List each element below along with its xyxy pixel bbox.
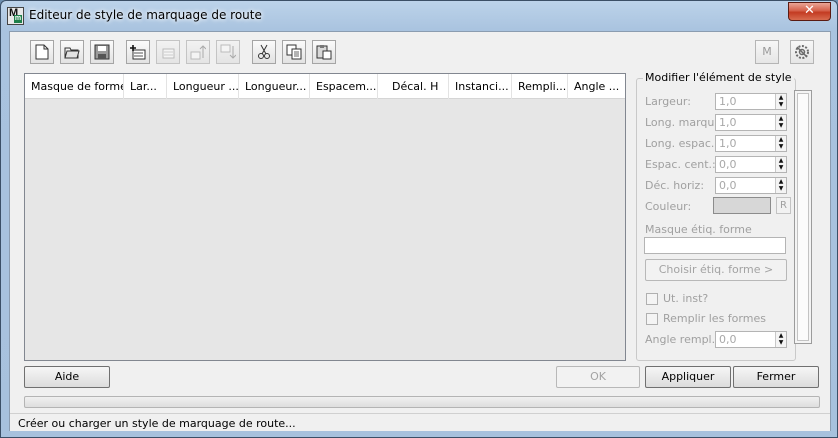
new-button[interactable] xyxy=(30,40,54,64)
save-button[interactable] xyxy=(90,40,114,64)
gap-length-spinner[interactable]: 1,0 ▲ ▼ xyxy=(715,135,787,152)
add-element-icon xyxy=(130,45,146,60)
apply-button[interactable]: Appliquer xyxy=(645,366,731,388)
move-up-button[interactable] xyxy=(186,40,210,64)
choose-shape-mask-button[interactable]: Choisir étiq. forme > xyxy=(645,259,787,281)
new-icon xyxy=(35,44,49,60)
spinner-arrows-icon[interactable]: ▲ ▼ xyxy=(775,178,786,193)
settings-button[interactable] xyxy=(790,40,814,64)
modify-style-group: Modifier l'élément de style Largeur: 1,0… xyxy=(636,71,796,361)
help-button[interactable]: Aide xyxy=(24,366,110,388)
save-icon xyxy=(94,44,110,60)
horizontal-offset-value: 0,0 xyxy=(719,179,737,192)
remove-element-button[interactable] xyxy=(156,40,180,64)
center-spacing-label: Espac. cent.: xyxy=(645,158,716,171)
use-instance-label: Ut. inst? xyxy=(663,292,709,305)
title-bar[interactable]: Mm Editeur de style de marquage de route… xyxy=(1,1,837,31)
color-label: Couleur: xyxy=(645,200,692,213)
style-elements-list[interactable]: Masque de forme Lar... Longueur ... Long… xyxy=(24,73,626,361)
status-bar: Créer ou charger un style de marquage de… xyxy=(10,413,830,431)
gap-length-value: 1,0 xyxy=(719,137,737,150)
add-element-button[interactable] xyxy=(126,40,150,64)
panel-scrollbar[interactable] xyxy=(794,90,812,344)
open-button[interactable] xyxy=(60,40,84,64)
column-header[interactable]: Rempli... xyxy=(512,74,568,99)
horizontal-offset-label: Déc. horiz: xyxy=(645,179,705,192)
fill-shapes-checkbox[interactable] xyxy=(646,313,658,325)
shape-mask-field[interactable] xyxy=(644,237,786,254)
width-spinner[interactable]: 1,0 ▲ ▼ xyxy=(715,93,787,110)
center-spacing-value: 0,0 xyxy=(719,158,737,171)
window-title: Editeur de style de marquage de route xyxy=(29,8,262,22)
column-header[interactable]: Décal. H xyxy=(378,74,449,99)
fill-angle-value: 0,0 xyxy=(719,333,737,346)
scrollbar-track[interactable] xyxy=(797,93,809,341)
spinner-arrows-icon[interactable]: ▲ ▼ xyxy=(775,94,786,109)
column-header[interactable]: Espacem... xyxy=(310,74,378,99)
column-header[interactable]: Instanci... xyxy=(449,74,512,99)
copy-icon xyxy=(286,44,302,60)
dialog-client-area: M Masque de forme Lar... Longueur ... Lo… xyxy=(9,31,831,431)
dialog-window: Mm Editeur de style de marquage de route… xyxy=(0,0,838,438)
close-window-button[interactable]: ✕ xyxy=(788,2,831,21)
width-label: Largeur: xyxy=(645,95,691,108)
progress-bar xyxy=(24,396,820,408)
spinner-arrows-icon[interactable]: ▲ ▼ xyxy=(775,332,786,347)
move-down-button[interactable] xyxy=(216,40,240,64)
settings-icon xyxy=(795,45,809,59)
group-title: Modifier l'élément de style xyxy=(643,71,794,84)
spinner-arrows-icon[interactable]: ▲ ▼ xyxy=(775,157,786,172)
move-down-icon xyxy=(220,44,236,59)
spinner-arrows-icon[interactable]: ▲ ▼ xyxy=(775,136,786,151)
center-spacing-spinner[interactable]: 0,0 ▲ ▼ xyxy=(715,156,787,173)
ok-button[interactable]: OK xyxy=(556,366,640,388)
color-reset-button[interactable]: R xyxy=(776,197,791,214)
fill-angle-label: Angle rempl.: xyxy=(645,333,719,346)
width-value: 1,0 xyxy=(719,95,737,108)
fill-angle-spinner[interactable]: 0,0 ▲ ▼ xyxy=(715,331,787,348)
close-button[interactable]: Fermer xyxy=(733,366,819,388)
mark-length-spinner[interactable]: 1,0 ▲ ▼ xyxy=(715,114,787,131)
paste-icon xyxy=(316,45,332,60)
copy-button[interactable] xyxy=(282,40,306,64)
spinner-arrows-icon[interactable]: ▲ ▼ xyxy=(775,115,786,130)
color-swatch[interactable] xyxy=(713,197,771,214)
paste-button[interactable] xyxy=(312,40,336,64)
fill-shapes-label: Remplir les formes xyxy=(663,312,766,325)
column-header[interactable]: Angle ... xyxy=(568,74,625,99)
status-text: Créer ou charger un style de marquage de… xyxy=(18,417,296,430)
column-header[interactable]: Masque de forme xyxy=(25,74,124,99)
horizontal-offset-spinner[interactable]: 0,0 ▲ ▼ xyxy=(715,177,787,194)
column-header[interactable]: Longueur... xyxy=(239,74,310,99)
cut-button[interactable] xyxy=(252,40,276,64)
column-header[interactable]: Longueur ... xyxy=(167,74,239,99)
move-up-icon xyxy=(190,45,206,60)
gap-length-label: Long. espac.: xyxy=(645,137,719,150)
open-folder-icon xyxy=(64,47,80,59)
cut-icon xyxy=(258,44,270,59)
use-instance-checkbox[interactable] xyxy=(646,293,658,305)
remove-element-icon xyxy=(162,48,175,59)
shape-mask-label: Masque étiq. forme xyxy=(645,223,752,236)
max-app-icon: Mm xyxy=(7,7,24,25)
material-m-button[interactable]: M xyxy=(755,40,779,64)
column-header[interactable]: Lar... xyxy=(124,74,167,99)
mark-length-value: 1,0 xyxy=(719,116,737,129)
list-header: Masque de forme Lar... Longueur ... Long… xyxy=(25,74,625,99)
mark-length-label: Long. marque: xyxy=(645,116,725,129)
